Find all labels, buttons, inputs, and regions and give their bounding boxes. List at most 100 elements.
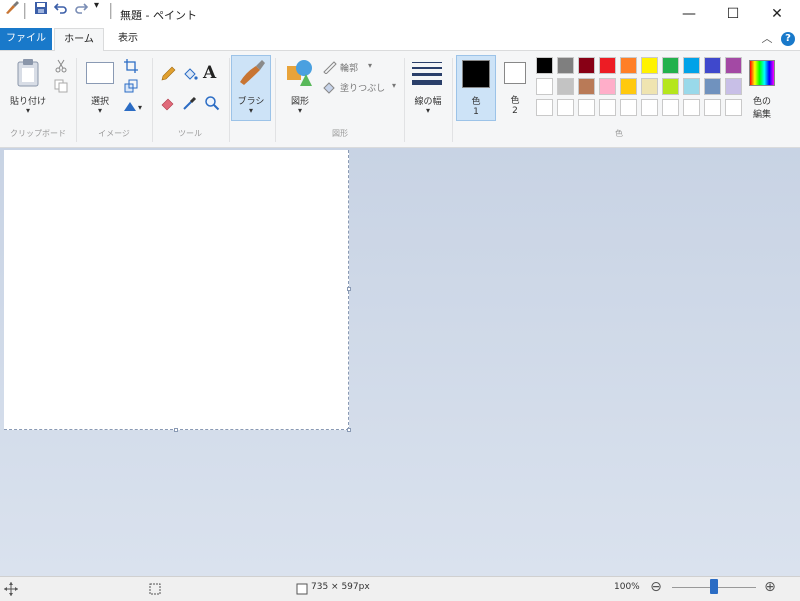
palette-swatch[interactable] — [662, 99, 679, 116]
color-spectrum-icon — [749, 60, 775, 86]
palette-swatch[interactable] — [557, 57, 574, 74]
size-dropdown-icon: ▾ — [425, 106, 430, 115]
cut-icon[interactable] — [54, 58, 68, 73]
color1-button[interactable]: 色 1 — [456, 55, 496, 121]
group-separator — [452, 58, 453, 142]
pencil-icon[interactable] — [160, 66, 176, 82]
brush-dropdown-icon: ▾ — [248, 106, 253, 115]
image-size-text: 735 × 597px — [311, 582, 370, 592]
palette-swatch[interactable] — [599, 78, 616, 95]
image-size-icon — [295, 581, 309, 595]
redo-icon[interactable] — [74, 0, 92, 19]
palette-swatch[interactable] — [557, 99, 574, 116]
tab-file[interactable]: ファイル — [0, 28, 52, 50]
fill-bucket-icon[interactable] — [182, 66, 198, 82]
help-icon[interactable]: ? — [781, 32, 795, 46]
group-separator — [229, 58, 230, 142]
close-button[interactable]: ✕ — [754, 0, 800, 28]
color2-label: 色 — [510, 96, 520, 106]
shapes-button[interactable]: 図形 ▾ — [280, 56, 320, 120]
brushes-button[interactable]: ブラシ ▾ — [231, 55, 271, 121]
rotate-icon[interactable]: ▾ — [122, 98, 144, 112]
palette-swatch[interactable] — [641, 78, 658, 95]
fill-icon — [323, 82, 335, 94]
palette-swatch[interactable] — [704, 57, 721, 74]
palette-swatch[interactable] — [725, 99, 742, 116]
outline-icon — [323, 61, 337, 74]
palette-swatch[interactable] — [599, 99, 616, 116]
palette-swatch[interactable] — [662, 78, 679, 95]
text-tool-icon[interactable]: A — [203, 64, 221, 82]
edit-colors-button[interactable]: 色の 編集 — [745, 56, 779, 122]
shapes-dropdown-icon: ▾ — [297, 106, 302, 115]
color2-button[interactable]: 色 2 — [498, 55, 534, 121]
palette-swatch[interactable] — [578, 57, 595, 74]
palette-swatch[interactable] — [536, 99, 553, 116]
palette-swatch[interactable] — [599, 57, 616, 74]
palette-swatch[interactable] — [683, 99, 700, 116]
tab-home[interactable]: ホーム — [54, 28, 104, 51]
color1-number: 1 — [473, 107, 479, 117]
color1-swatch — [462, 60, 490, 88]
palette-swatch[interactable] — [578, 99, 595, 116]
brush-icon — [236, 58, 266, 92]
minimize-button[interactable]: — — [666, 0, 712, 28]
customize-quick-access-icon[interactable]: ▾ — [94, 0, 106, 11]
magnifier-icon[interactable] — [204, 95, 220, 111]
palette-swatch[interactable] — [704, 78, 721, 95]
palette-swatch[interactable] — [662, 57, 679, 74]
size-button[interactable]: 線の幅 ▾ — [408, 56, 448, 120]
paste-dropdown-icon: ▾ — [25, 106, 30, 115]
drawing-canvas[interactable] — [4, 150, 349, 430]
copy-icon[interactable] — [54, 78, 68, 93]
edit-colors-label-1: 色の — [752, 97, 771, 107]
palette-swatch[interactable] — [641, 99, 658, 116]
status-bar — [0, 576, 800, 601]
color1-label: 色 — [471, 97, 481, 107]
resize-icon[interactable] — [124, 78, 138, 93]
resize-handle-corner[interactable] — [347, 428, 351, 432]
shapes-group-label: 図形 — [332, 129, 348, 138]
palette-swatch[interactable] — [620, 78, 637, 95]
paste-button[interactable]: 貼り付け ▾ — [6, 56, 50, 120]
palette-swatch[interactable] — [725, 57, 742, 74]
palette-swatch[interactable] — [704, 99, 721, 116]
resize-handle-bottom[interactable] — [174, 428, 178, 432]
collapse-ribbon-icon[interactable]: ︿ — [758, 30, 776, 48]
palette-swatch[interactable] — [725, 78, 742, 95]
color-picker-icon[interactable] — [182, 95, 198, 111]
zoom-percentage: 100% — [614, 582, 640, 592]
palette-swatch[interactable] — [620, 99, 637, 116]
image-group-label: イメージ — [98, 129, 130, 138]
quick-access-separator: | — [22, 0, 28, 19]
svg-text:▾: ▾ — [138, 103, 142, 112]
palette-swatch[interactable] — [578, 78, 595, 95]
maximize-button[interactable]: ☐ — [710, 0, 756, 28]
palette-swatch[interactable] — [557, 78, 574, 95]
eraser-icon[interactable] — [160, 95, 176, 111]
window-title: 無題 - ペイント — [120, 9, 197, 22]
fill-button[interactable]: 塗りつぶし ▾ — [322, 80, 402, 94]
edit-colors-label-2: 編集 — [752, 110, 771, 120]
paint-app-icon[interactable] — [4, 0, 22, 20]
palette-swatch[interactable] — [641, 57, 658, 74]
palette-swatch[interactable] — [683, 78, 700, 95]
tab-view[interactable]: 表示 — [108, 28, 148, 50]
palette-swatch[interactable] — [536, 78, 553, 95]
outline-label: 輪郭 — [340, 64, 359, 74]
resize-handle-right[interactable] — [347, 287, 351, 291]
outline-button[interactable]: 輪郭 ▾ — [322, 60, 402, 74]
zoom-in-button[interactable]: ⊕ — [762, 578, 778, 596]
select-button[interactable]: 選択 ▾ — [80, 56, 120, 120]
tools-group-label: ツール — [178, 129, 202, 138]
group-separator — [404, 58, 405, 142]
selection-size-icon — [148, 581, 162, 595]
zoom-out-button[interactable]: ⊖ — [648, 578, 664, 596]
undo-icon[interactable] — [53, 0, 72, 19]
palette-swatch[interactable] — [536, 57, 553, 74]
zoom-slider-thumb[interactable] — [710, 579, 718, 594]
crop-icon[interactable] — [124, 58, 138, 73]
save-icon[interactable] — [34, 0, 52, 19]
palette-swatch[interactable] — [683, 57, 700, 74]
palette-swatch[interactable] — [620, 57, 637, 74]
